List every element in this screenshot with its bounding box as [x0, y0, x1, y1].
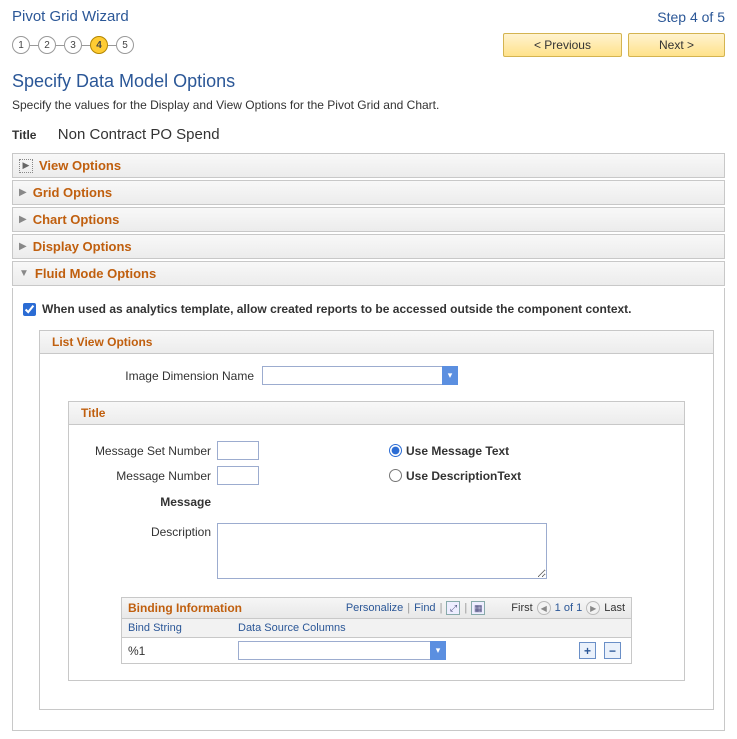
fluid-mode-body: When used as analytics template, allow c…: [12, 288, 725, 731]
accordion-chart-options[interactable]: Chart Options: [12, 207, 725, 232]
pager-info: 1 of 1: [555, 602, 583, 614]
step-connector: [108, 45, 116, 46]
bind-string-cell: %1: [128, 644, 238, 658]
message-number-input[interactable]: [217, 466, 259, 485]
step-circles: 1 2 3 4 5: [12, 36, 134, 54]
pager-next-icon[interactable]: ▶: [586, 601, 600, 615]
use-description-text-radio[interactable]: [389, 469, 402, 482]
delete-row-button[interactable]: −: [604, 642, 621, 659]
step-connector: [30, 45, 38, 46]
accordion-grid-options[interactable]: Grid Options: [12, 180, 725, 205]
step-2[interactable]: 2: [38, 36, 56, 54]
accordion-view-options[interactable]: ▶ View Options: [12, 153, 725, 178]
accordion-view-options-title: View Options: [39, 158, 121, 173]
use-description-text-label: Use DescriptionText: [406, 469, 521, 483]
step-connector: [56, 45, 64, 46]
use-message-text-label: Use Message Text: [406, 444, 509, 458]
step-connector: [82, 45, 90, 46]
table-row: %1 ▾ + −: [122, 638, 631, 663]
description-textarea[interactable]: [217, 523, 547, 579]
accordion-fluid-mode-options[interactable]: Fluid Mode Options: [12, 261, 725, 286]
message-number-label: Message Number: [81, 469, 217, 483]
binding-information-grid: Binding Information Personalize | Find |…: [121, 597, 632, 664]
message-set-number-input[interactable]: [217, 441, 259, 460]
message-label: Message: [81, 495, 217, 509]
binding-information-title: Binding Information: [128, 601, 242, 615]
list-view-options-title: List View Options: [52, 335, 152, 349]
pager-prev-icon[interactable]: ◀: [537, 601, 551, 615]
chevron-right-icon: [19, 214, 27, 225]
chevron-right-icon: [19, 187, 27, 198]
step-4[interactable]: 4: [90, 36, 108, 54]
previous-button[interactable]: < Previous: [503, 33, 622, 57]
image-dimension-label: Image Dimension Name: [52, 369, 262, 383]
chevron-right-icon: [19, 241, 27, 252]
list-view-options-panel: List View Options Image Dimension Name ▾…: [39, 330, 714, 710]
accordion-display-options-title: Display Options: [33, 239, 132, 254]
accordion-chart-options-title: Chart Options: [33, 212, 120, 227]
chevron-down-icon: [19, 268, 29, 279]
zoom-icon[interactable]: ⤢: [446, 601, 460, 615]
expand-icon: ▶: [19, 159, 33, 173]
pager-first-label[interactable]: First: [511, 602, 532, 614]
add-row-button[interactable]: +: [579, 642, 596, 659]
use-message-text-radio[interactable]: [389, 444, 402, 457]
accordion-grid-options-title: Grid Options: [33, 185, 112, 200]
data-source-column-select[interactable]: [238, 641, 446, 660]
section-title: Specify Data Model Options: [12, 71, 725, 92]
description-label: Description: [81, 523, 217, 539]
allow-outside-context-label: When used as analytics template, allow c…: [42, 302, 632, 316]
pager-last-label[interactable]: Last: [604, 602, 625, 614]
title-panel-header[interactable]: Title: [69, 402, 684, 425]
section-desc: Specify the values for the Display and V…: [12, 98, 725, 112]
separator: |: [464, 602, 467, 614]
message-set-number-label: Message Set Number: [81, 444, 217, 458]
title-label: Title: [12, 128, 36, 142]
col-bind-string[interactable]: Bind String: [122, 619, 232, 637]
image-dimension-select[interactable]: [262, 366, 458, 385]
accordion-fluid-mode-title: Fluid Mode Options: [35, 266, 156, 281]
accordion-display-options[interactable]: Display Options: [12, 234, 725, 259]
next-button[interactable]: Next >: [628, 33, 725, 57]
step-1[interactable]: 1: [12, 36, 30, 54]
separator: |: [407, 602, 410, 614]
col-data-source-columns[interactable]: Data Source Columns: [232, 619, 631, 637]
find-link[interactable]: Find: [414, 602, 435, 614]
allow-outside-context-checkbox[interactable]: [23, 303, 36, 316]
step-3[interactable]: 3: [64, 36, 82, 54]
wizard-title: Pivot Grid Wizard: [12, 8, 129, 25]
download-icon[interactable]: ▦: [471, 601, 485, 615]
step-5[interactable]: 5: [116, 36, 134, 54]
title-value: Non Contract PO Spend: [58, 126, 220, 143]
personalize-link[interactable]: Personalize: [346, 602, 403, 614]
list-view-options-header[interactable]: List View Options: [40, 331, 713, 354]
title-panel-title: Title: [81, 406, 105, 420]
separator: |: [440, 602, 443, 614]
title-panel: Title Message Set Number Use Message Tex…: [68, 401, 685, 681]
step-indicator: Step 4 of 5: [657, 9, 725, 25]
